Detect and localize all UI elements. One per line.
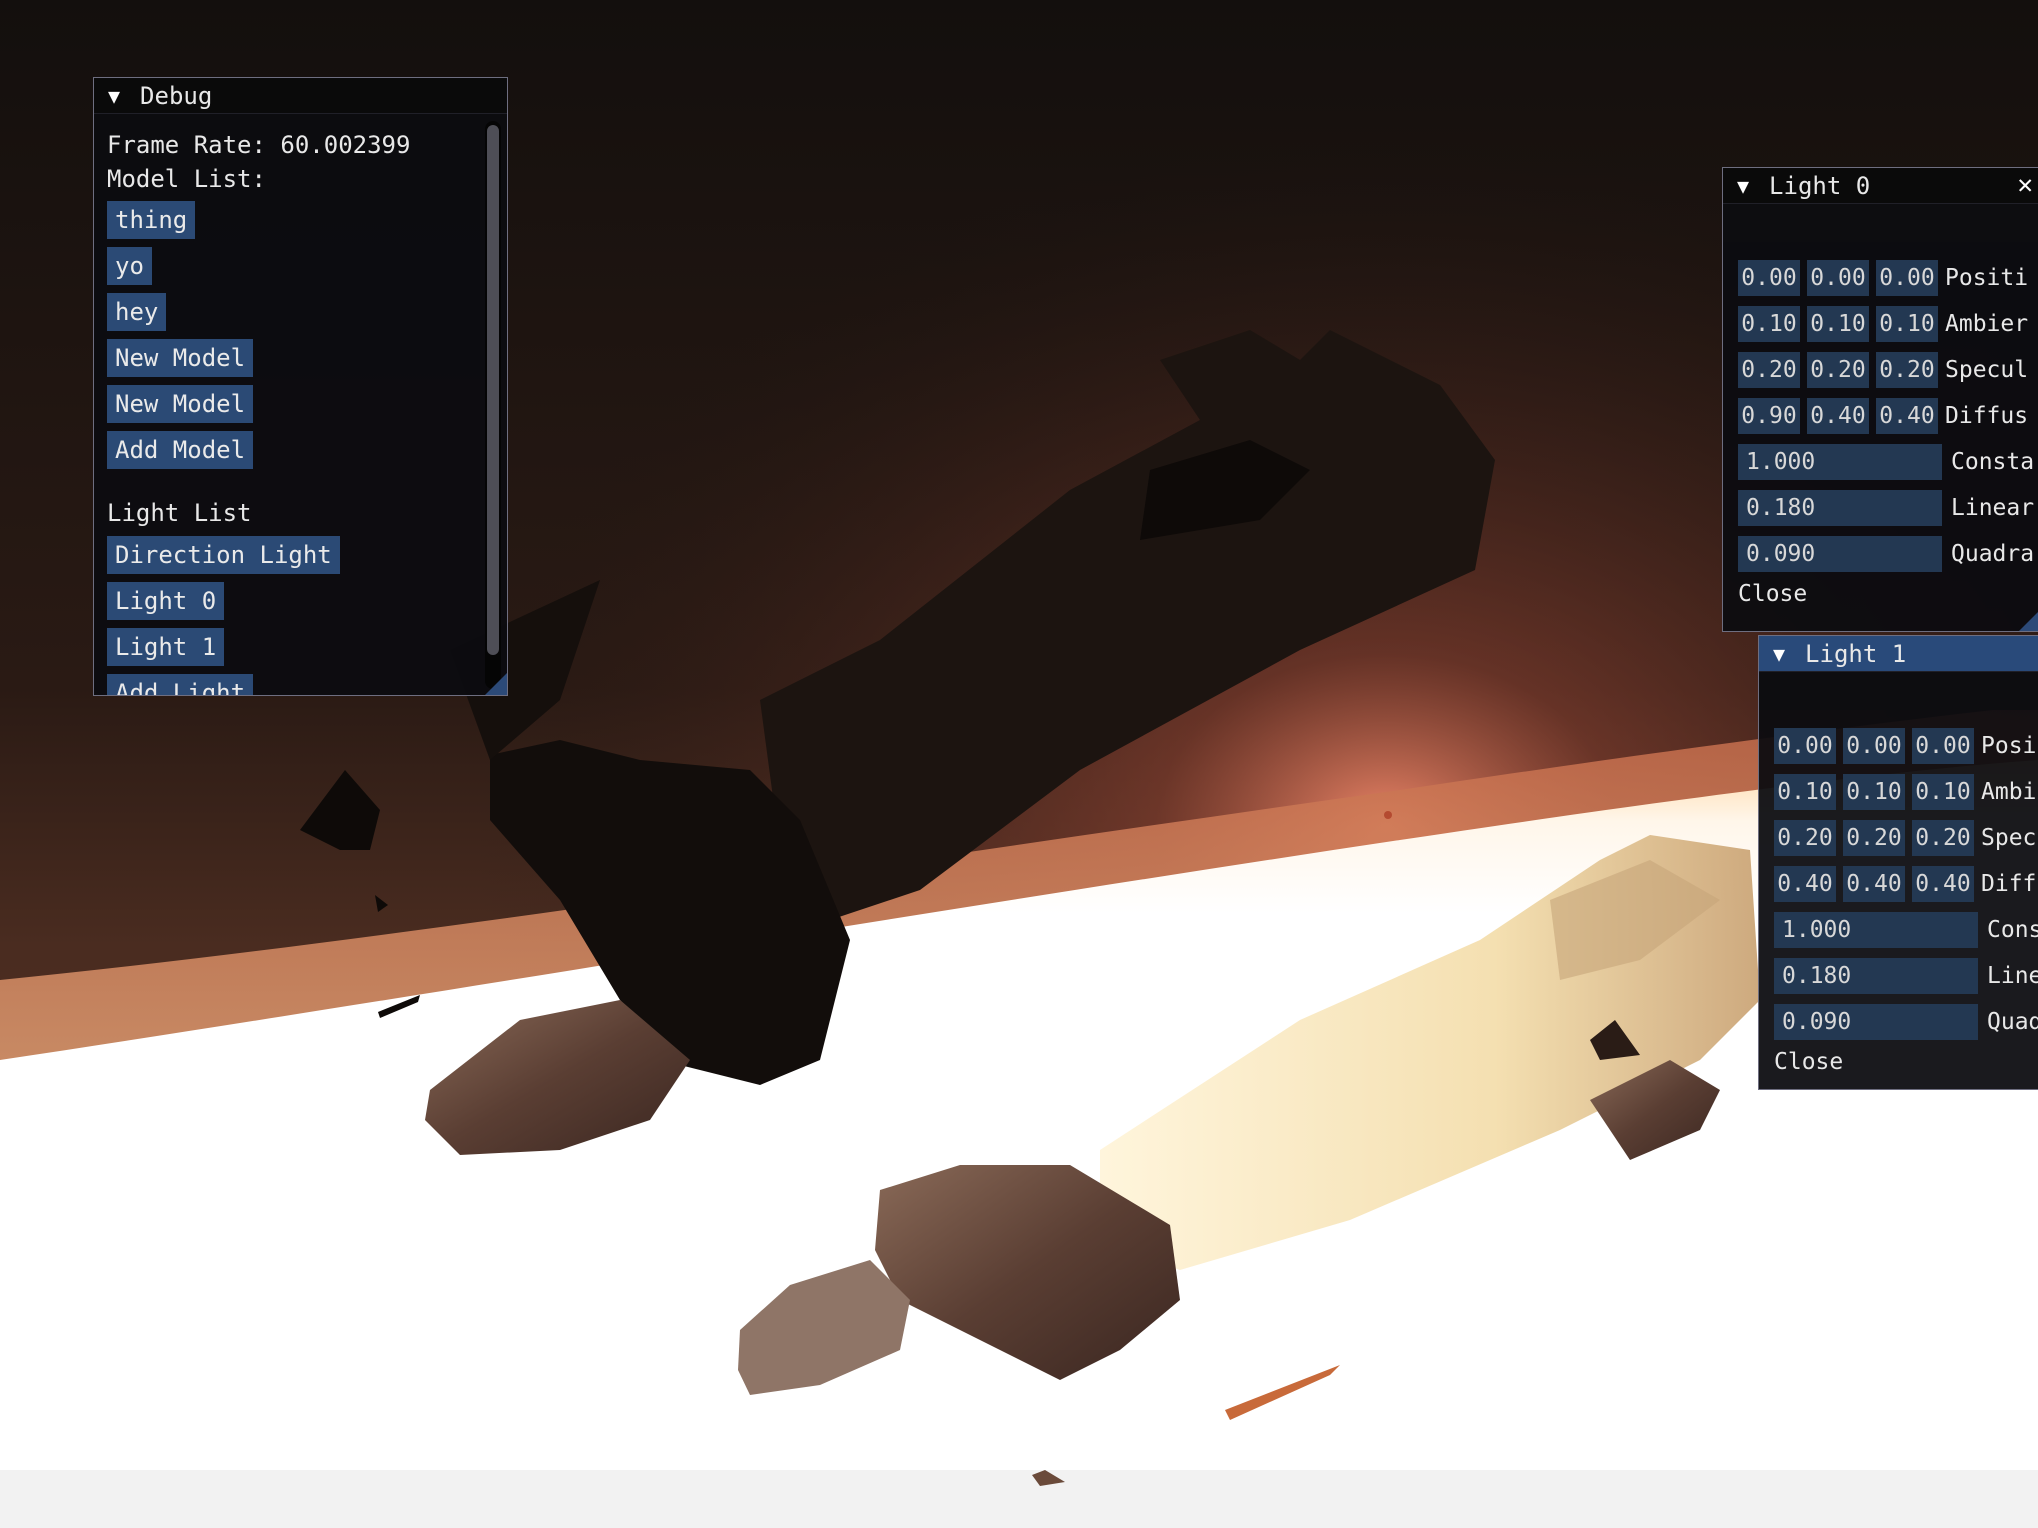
diffuse-row: 0.90 0.40 0.40 Diffus [1738,398,2028,434]
ambient-b-field[interactable]: 0.10 [1912,774,1974,810]
light-0-title: Light 0 [1769,171,1871,200]
close-icon[interactable]: ✕ [2017,168,2033,203]
linear-label: Line [1987,963,2038,989]
diffuse-r-field[interactable]: 0.90 [1738,398,1800,434]
quadratic-row: 0.090 Quad [1774,1004,2038,1040]
ambient-label: Ambier [1945,311,2029,337]
specular-g-field[interactable]: 0.20 [1807,352,1869,388]
specular-g-field[interactable]: 0.20 [1843,820,1905,856]
light-0-menu-strip [1723,204,2038,242]
ambient-g-field[interactable]: 0.10 [1807,306,1869,342]
diffuse-label: Diff [1981,871,2037,897]
diffuse-g-field[interactable]: 0.40 [1807,398,1869,434]
close-button[interactable]: Close [1774,1049,1843,1075]
model-button-thing[interactable]: thing [107,201,196,239]
position-row: 0.00 0.00 0.00 Positi [1738,260,2028,296]
light-0-title-bar[interactable]: ▼ Light 0 ✕ [1723,168,2038,204]
light-1-window[interactable]: ▼ Light 1 0.00 0.00 0.00 Posi 0.10 0.10 … [1758,635,2038,1090]
diffuse-label: Diffus [1945,403,2029,429]
constant-row: 1.000 Cons [1774,912,2038,948]
ambient-r-field[interactable]: 0.10 [1738,306,1800,342]
collapse-triangle-icon[interactable]: ▼ [1737,174,1749,198]
specular-row: 0.20 0.20 0.20 Specul [1738,352,2028,388]
diffuse-row: 0.40 0.40 0.40 Diff [1774,866,2036,902]
debug-title-bar[interactable]: ▼ Debug [94,78,507,114]
position-label: Positi [1945,265,2029,291]
light-1-title: Light 1 [1805,639,1907,668]
quadratic-field[interactable]: 0.090 [1774,1004,1978,1040]
diffuse-b-field[interactable]: 0.40 [1912,866,1974,902]
model-button-yo[interactable]: yo [107,247,152,285]
diffuse-b-field[interactable]: 0.40 [1876,398,1938,434]
diffuse-g-field[interactable]: 0.40 [1843,866,1905,902]
model-button-hey[interactable]: hey [107,293,167,331]
add-model-button[interactable]: Add Model [107,431,254,469]
ambient-g-field[interactable]: 0.10 [1843,774,1905,810]
position-z-field[interactable]: 0.00 [1912,728,1974,764]
frame-rate-text: Frame Rate: 60.002399 [107,131,411,159]
specular-b-field[interactable]: 0.20 [1876,352,1938,388]
collapse-triangle-icon[interactable]: ▼ [1773,642,1785,666]
debug-content: Frame Rate: 60.002399 Model List: thing … [107,123,477,695]
light-button-direction[interactable]: Direction Light [107,536,340,574]
specular-label: Spec [1981,825,2037,851]
close-button[interactable]: Close [1738,581,1807,607]
specular-b-field[interactable]: 0.20 [1912,820,1974,856]
position-y-field[interactable]: 0.00 [1807,260,1869,296]
specular-r-field[interactable]: 0.20 [1774,820,1836,856]
diffuse-r-field[interactable]: 0.40 [1774,866,1836,902]
position-z-field[interactable]: 0.00 [1876,260,1938,296]
position-label: Posi [1981,733,2037,759]
specular-r-field[interactable]: 0.20 [1738,352,1800,388]
add-light-button[interactable]: Add Light [107,674,254,695]
light-0-window[interactable]: ▼ Light 0 ✕ 0.00 0.00 0.00 Positi 0.10 0… [1722,167,2038,632]
quadratic-row: 0.090 Quadra [1738,536,2034,572]
ambient-r-field[interactable]: 0.10 [1774,774,1836,810]
constant-row: 1.000 Consta [1738,444,2034,480]
position-row: 0.00 0.00 0.00 Posi [1774,728,2036,764]
specular-label: Specul [1945,357,2029,383]
light-button-light-0[interactable]: Light 0 [107,582,225,620]
ambient-row: 0.10 0.10 0.10 Ambi [1774,774,2036,810]
constant-field[interactable]: 1.000 [1774,912,1978,948]
debug-window[interactable]: ▼ Debug Frame Rate: 60.002399 Model List… [93,77,508,696]
resize-grip-icon[interactable] [485,673,507,695]
light-list-label: Light List [107,499,252,527]
constant-label: Consta [1951,449,2035,475]
resize-grip-icon[interactable] [2019,609,2038,631]
linear-row: 0.180 Linear [1738,490,2034,526]
constant-field[interactable]: 1.000 [1738,444,1942,480]
constant-label: Cons [1987,917,2038,943]
position-y-field[interactable]: 0.00 [1843,728,1905,764]
model-list-label: Model List: [107,165,266,193]
ambient-label: Ambi [1981,779,2037,805]
light-1-menu-strip [1759,672,2038,710]
quadratic-label: Quad [1987,1009,2038,1035]
light-1-title-bar[interactable]: ▼ Light 1 [1759,636,2038,672]
position-x-field[interactable]: 0.00 [1774,728,1836,764]
debug-title: Debug [140,81,213,110]
quadratic-label: Quadra [1951,541,2035,567]
debug-scrollbar[interactable] [485,121,501,689]
linear-field[interactable]: 0.180 [1774,958,1978,994]
light-button-light-1[interactable]: Light 1 [107,628,225,666]
specular-row: 0.20 0.20 0.20 Spec [1774,820,2036,856]
model-button-new-model-1[interactable]: New Model [107,339,254,377]
quadratic-field[interactable]: 0.090 [1738,536,1942,572]
linear-field[interactable]: 0.180 [1738,490,1942,526]
debug-scrollbar-thumb[interactable] [487,125,499,655]
linear-row: 0.180 Line [1774,958,2038,994]
position-x-field[interactable]: 0.00 [1738,260,1800,296]
linear-label: Linear [1951,495,2035,521]
collapse-triangle-icon[interactable]: ▼ [108,84,120,108]
model-button-new-model-2[interactable]: New Model [107,385,254,423]
ambient-b-field[interactable]: 0.10 [1876,306,1938,342]
ambient-row: 0.10 0.10 0.10 Ambier [1738,306,2028,342]
